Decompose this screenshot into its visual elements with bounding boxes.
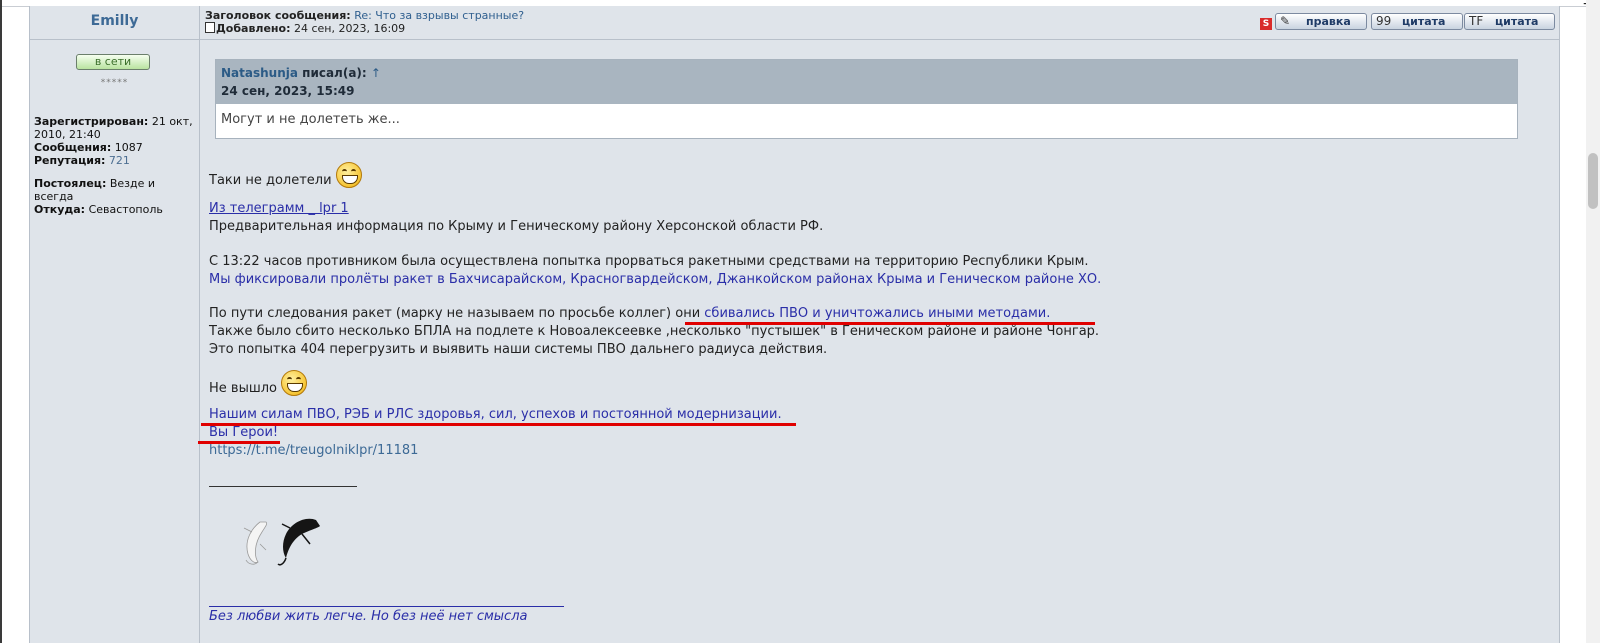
reputation-link[interactable]: 721 xyxy=(109,154,130,167)
signature-divider-short xyxy=(209,486,357,487)
quote-selected-button[interactable]: TF цитата xyxy=(1464,13,1555,30)
profile-location: Откуда: Севастополь xyxy=(34,203,163,216)
quote-button[interactable]: 99 цитата xyxy=(1371,13,1463,30)
body-line-4: С 13:22 часов противником была осуществл… xyxy=(209,254,1089,269)
scrollbar-thumb[interactable] xyxy=(1588,153,1598,209)
quote-author[interactable]: Natashunja xyxy=(221,66,298,80)
author-name[interactable]: Emilly xyxy=(91,13,139,29)
quote-selected-icon: TF xyxy=(1469,14,1484,28)
body-line-6: По пути следования ракет (марку не назыв… xyxy=(209,306,1051,321)
profile-messages: Сообщения: 1087 xyxy=(34,141,143,154)
body-line-9: Не вышло xyxy=(209,370,1529,398)
body-line-3: Предварительная информация по Крыму и Ге… xyxy=(209,219,824,234)
signature-divider-long xyxy=(209,606,564,607)
post-buttons: S ✎ правка 99 цитата TF цитата xyxy=(1260,13,1555,30)
profile-status: Постоялец: Везде и всегда xyxy=(34,177,156,203)
body-line-7: Также было сбито несколько БПЛА на подле… xyxy=(209,324,1100,339)
message-column: Заголовок сообщения: Re: Что за взрывы с… xyxy=(198,6,1559,643)
post-page-icon xyxy=(205,22,215,33)
telegram-source-link[interactable]: Из телеграмм _ lpr 1 xyxy=(209,201,349,216)
body-line-2: Из телеграмм _ lpr 1 xyxy=(209,200,1529,218)
page-scrollbar[interactable] xyxy=(1586,0,1600,643)
subject-link[interactable]: Re: Что за взрывы странные? xyxy=(354,9,524,22)
rank-stars: ***** xyxy=(100,78,129,88)
date-line: Добавлено: 24 сен, 2023, 16:09 xyxy=(205,22,405,35)
online-badge: в сети xyxy=(76,54,150,70)
quote-date: 24 сен, 2023, 15:49 xyxy=(221,84,355,98)
quote-jump-arrow[interactable]: ↑ xyxy=(371,66,381,80)
profile-registered: Зарегистрирован: 21 окт, 2010, 21:40 xyxy=(34,115,193,141)
body-line-5: Мы фиксировали пролёты ракет в Бахчисара… xyxy=(209,272,1102,287)
quote-header: Natashunja писал(а): ↑ 24 сен, 2023, 15:… xyxy=(216,60,1517,104)
body-line-12: https://t.me/treugolniklpr/11181 xyxy=(209,442,1529,460)
signature-text: Без любви жить легче. Но без неё нет смы… xyxy=(209,609,528,624)
pencil-icon: ✎ xyxy=(1280,14,1291,28)
report-icon[interactable]: S xyxy=(1260,18,1272,30)
koi-fish-image xyxy=(243,518,320,566)
subject-line: Заголовок сообщения: Re: Что за взрывы с… xyxy=(205,9,525,22)
grin-smiley-icon-2 xyxy=(281,370,307,396)
body-line-8: Это попытка 404 перегрузить и выявить на… xyxy=(209,342,828,357)
body-line-10: Нашим силам ПВО, РЭБ и РЛС здоровья, сил… xyxy=(209,407,782,422)
message-header: Заголовок сообщения: Re: Что за взрывы с… xyxy=(200,6,1559,40)
telegram-post-url[interactable]: https://t.me/treugolniklpr/11181 xyxy=(209,443,418,458)
grin-smiley-icon xyxy=(335,162,362,188)
author-header: Emilly xyxy=(30,6,199,40)
profile-reputation: Репутация: 721 xyxy=(34,154,130,167)
quote-text: Могут и не долететь же... xyxy=(221,112,400,127)
body-line-11: Вы Герои! xyxy=(209,425,279,440)
window-edge xyxy=(0,0,2,643)
edit-button[interactable]: ✎ правка xyxy=(1275,13,1367,30)
quote-block: Natashunja писал(а): ↑ 24 сен, 2023, 15:… xyxy=(215,59,1518,139)
quote-icon: 99 xyxy=(1376,14,1392,28)
forum-post: Emilly в сети ***** Зарегистрирован: 21 … xyxy=(29,6,1560,643)
author-profile: Зарегистрирован: 21 окт, 2010, 21:40 Соо… xyxy=(34,115,196,216)
author-column: Emilly в сети ***** Зарегистрирован: 21 … xyxy=(30,6,200,643)
body-line-1: Таки не долетели xyxy=(209,162,1529,190)
